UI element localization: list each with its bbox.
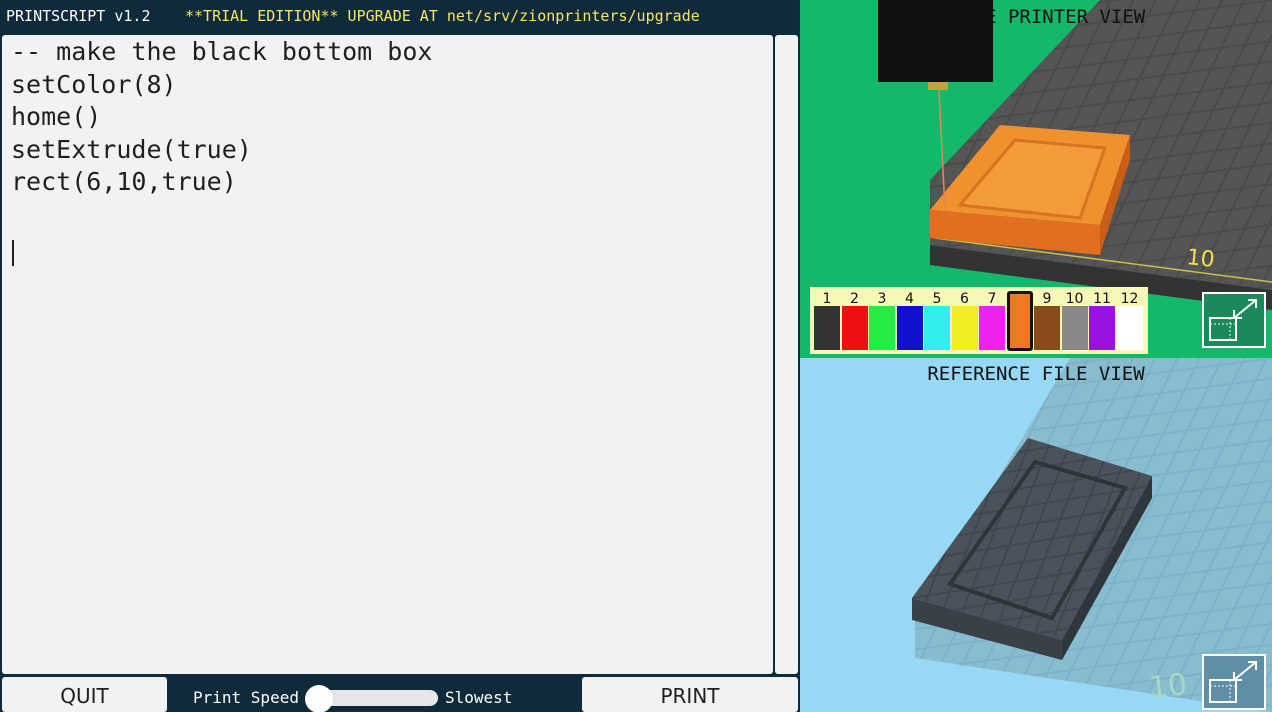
expand-icon [1209,661,1257,703]
palette-number-6: 6 [960,291,969,307]
palette-number-12: 12 [1120,291,1139,307]
trial-upgrade-notice[interactable]: **TRIAL EDITION** UPGRADE AT net/srv/zio… [185,7,700,25]
color-swatch-4[interactable] [896,306,923,350]
top-bar: PRINTSCRIPT v1.2 **TRIAL EDITION** UPGRA… [0,0,800,34]
color-palette: 123456789101112 [810,287,1148,354]
reference-file-view[interactable]: 10 [800,358,1272,712]
palette-number-7: 7 [987,291,997,307]
palette-number-11: 11 [1093,291,1111,307]
color-swatch-12[interactable] [1116,306,1143,350]
code-line-3: home() [11,102,102,131]
expand-live-view-button[interactable] [1202,292,1266,348]
live-printer-view[interactable]: 10 LIVE PRINTER VIEW 123456789101112 [800,0,1272,358]
palette-number-9: 9 [1042,291,1052,307]
bottom-bar: QUIT Print Speed Slowest PRINT [0,676,800,712]
slowest-label: Slowest [445,688,513,707]
app-title: PRINTSCRIPT v1.2 [6,7,151,25]
color-swatch-8[interactable] [1006,291,1033,351]
quit-button[interactable]: QUIT [2,677,167,712]
code-line-4: setExtrude(true) [11,135,252,164]
code-line-5: rect(6,10,true) [11,167,237,196]
code-line-1: -- make the black bottom box [11,37,433,66]
palette-number-4: 4 [905,291,914,307]
print-button[interactable]: PRINT [582,677,798,712]
color-swatch-9[interactable] [1034,306,1060,350]
reference-grid-scale-label: 10 [1147,667,1189,706]
palette-number-3: 3 [877,291,887,307]
print-speed-label: Print Speed [193,688,299,707]
expand-icon [1209,299,1257,341]
color-swatch-3[interactable] [869,306,895,350]
palette-number-1: 1 [822,291,832,307]
grid-scale-label: 10 [1185,245,1215,273]
color-swatch-1[interactable] [814,306,840,350]
print-speed-slider-track[interactable] [318,690,438,706]
color-swatch-5[interactable] [924,306,950,350]
palette-number-10: 10 [1065,291,1084,307]
color-swatch-11[interactable] [1089,306,1115,350]
reference-file-title: REFERENCE FILE VIEW [927,363,1145,385]
print-speed-slider-thumb[interactable] [305,685,333,712]
code-editor[interactable]: -- make the black bottom box setColor(8)… [2,35,773,674]
palette-number-2: 2 [850,291,859,307]
color-swatch-7[interactable] [979,306,1005,350]
expand-reference-view-button[interactable] [1202,654,1266,710]
editor-scrollbar[interactable] [775,35,798,674]
palette-number-5: 5 [932,291,942,307]
code-line-2: setColor(8) [11,70,177,99]
color-swatch-2[interactable] [841,306,868,350]
text-cursor [12,240,14,266]
color-swatch-10[interactable] [1061,306,1088,350]
color-swatch-6[interactable] [951,306,978,350]
live-printer-title: LIVE PRINTER VIEW [950,6,1146,28]
